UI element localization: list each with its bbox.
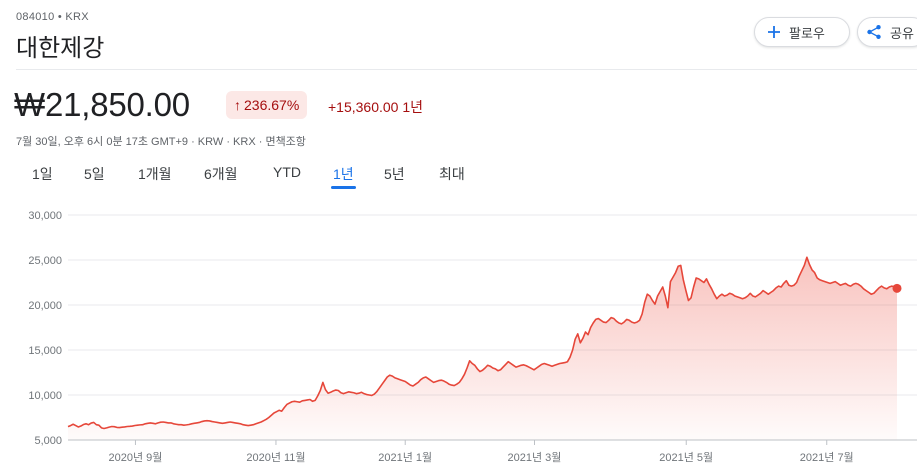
share-button-label: 공유 xyxy=(890,25,914,41)
x-axis-labels: 2020년 9월 2020년 11월 2021년 1월 2021년 3월 2021년 5… xyxy=(108,440,854,464)
change-percent-value: 236.67% xyxy=(244,97,300,113)
share-icon xyxy=(866,24,882,40)
plus-icon xyxy=(767,25,781,39)
price-chart[interactable]: 5,000 10,000 15,000 20,000 25,000 30,000 2020… xyxy=(0,200,917,472)
change-absolute: +15,360.00 1년 xyxy=(328,99,424,115)
arrow-up-icon: ↑ xyxy=(234,97,241,113)
y-tick-label: 30,000 xyxy=(28,210,62,222)
y-tick-label: 10,000 xyxy=(28,390,62,402)
x-tick-label: 2020년 11월 xyxy=(246,451,305,464)
tab-max[interactable]: 최대 xyxy=(439,164,465,184)
tab-1y[interactable]: 1년 xyxy=(331,164,356,189)
x-tick-label: 2021년 7월 xyxy=(800,451,854,464)
share-button[interactable]: 공유 xyxy=(857,17,917,47)
latest-price-dot xyxy=(892,283,902,293)
current-price: ₩21,850.00 xyxy=(14,86,190,123)
x-tick-label: 2020년 9월 xyxy=(108,451,162,464)
y-tick-label: 5,000 xyxy=(34,435,62,447)
company-name: 대한제강 xyxy=(16,35,105,62)
tab-1m[interactable]: 1개월 xyxy=(138,164,172,184)
quote-meta: 7월 30일, 오후 6시 0분 17초 GMT+9 · KRW · KRX ·… xyxy=(16,136,306,148)
follow-button-label: 팔로우 xyxy=(789,25,825,41)
header-divider xyxy=(16,69,917,70)
tab-5d[interactable]: 5일 xyxy=(84,164,105,184)
follow-button[interactable]: 팔로우 xyxy=(754,17,850,47)
x-tick-label: 2021년 3월 xyxy=(508,451,562,464)
ticker-symbol: 084010 • KRX xyxy=(16,11,89,23)
tab-6m[interactable]: 6개월 xyxy=(204,164,238,184)
price-area-fill xyxy=(68,257,897,440)
y-axis-labels: 5,000 10,000 15,000 20,000 25,000 30,000 xyxy=(28,210,62,447)
y-tick-label: 15,000 xyxy=(28,345,62,357)
y-tick-label: 25,000 xyxy=(28,255,62,267)
tab-5y[interactable]: 5년 xyxy=(384,164,405,184)
y-tick-label: 20,000 xyxy=(28,300,62,312)
x-tick-label: 2021년 1월 xyxy=(378,451,432,464)
tab-1d[interactable]: 1일 xyxy=(32,164,53,184)
change-percent-badge: ↑ 236.67% xyxy=(226,91,308,119)
tab-ytd[interactable]: YTD xyxy=(273,164,301,180)
x-tick-label: 2021년 5월 xyxy=(659,451,713,464)
